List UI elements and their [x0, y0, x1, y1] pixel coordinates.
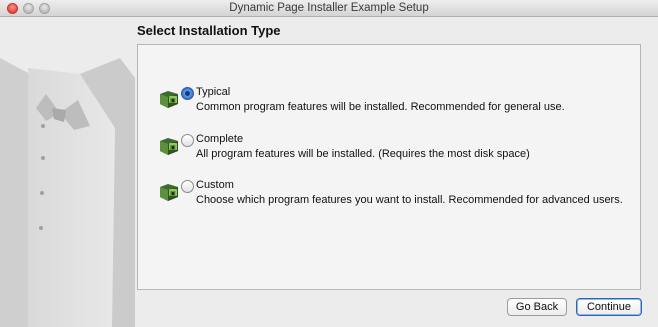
title-bar: Dynamic Page Installer Example Setup	[0, 0, 658, 17]
svg-text:▣: ▣	[170, 97, 176, 104]
continue-button[interactable]: Continue	[576, 298, 642, 316]
typical-radio[interactable]	[181, 87, 194, 100]
installer-package-icon: ▣	[160, 91, 178, 108]
complete-description: All program features will be installed. …	[196, 148, 530, 160]
installation-type-panel: ▣ Typical Common program features will b…	[137, 44, 641, 290]
option-typical[interactable]: ▣ Typical Common program features will b…	[138, 86, 638, 120]
option-complete[interactable]: ▣ Complete All program features will be …	[138, 133, 638, 167]
typical-title: Typical	[196, 86, 231, 98]
go-back-button[interactable]: Go Back	[507, 298, 567, 316]
installer-package-icon: ▣	[160, 138, 178, 155]
complete-title: Complete	[196, 133, 244, 145]
custom-description: Choose which program features you want t…	[196, 194, 623, 206]
page-heading: Select Installation Type	[137, 23, 281, 38]
installer-window: Dynamic Page Installer Example Setup Sel…	[0, 0, 658, 327]
installer-package-icon: ▣	[160, 184, 178, 201]
custom-radio[interactable]	[181, 180, 194, 193]
custom-title: Custom	[196, 179, 234, 191]
option-custom[interactable]: ▣ Custom Choose which program features y…	[138, 179, 638, 213]
svg-text:▣: ▣	[170, 144, 176, 151]
tuxedo-illustration	[0, 58, 135, 327]
svg-text:▣: ▣	[170, 190, 176, 197]
typical-description: Common program features will be installe…	[196, 101, 565, 113]
window-title: Dynamic Page Installer Example Setup	[229, 2, 429, 14]
complete-radio[interactable]	[181, 134, 194, 147]
